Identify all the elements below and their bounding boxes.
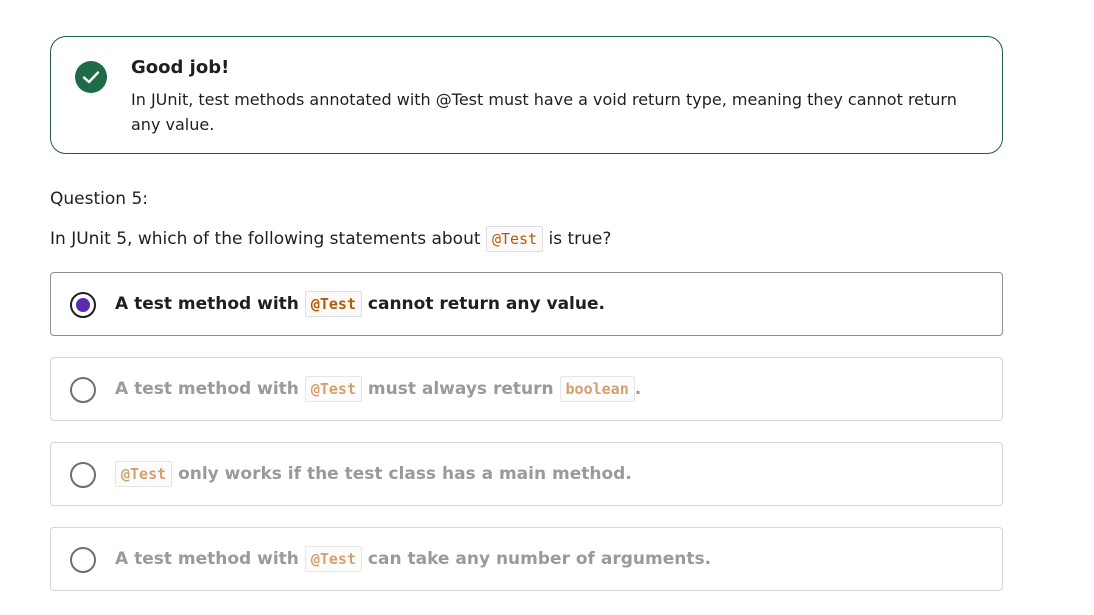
- option-label: A test method with @Test must always ret…: [115, 373, 641, 405]
- radio-button[interactable]: [70, 547, 96, 573]
- option-code: @Test: [115, 461, 173, 487]
- feedback-banner: Good job! In JUnit, test methods annotat…: [50, 36, 1003, 154]
- option-text: must always return: [367, 379, 554, 399]
- option-text: .: [634, 379, 642, 399]
- option-label: @Test only works if the test class has a…: [115, 458, 632, 490]
- option-text: A test method with: [115, 379, 299, 399]
- question-text-before: In JUnit 5, which of the following state…: [50, 229, 481, 249]
- option-text: A test method with: [115, 549, 299, 569]
- radio-button[interactable]: [70, 462, 96, 488]
- radio-button[interactable]: [70, 377, 96, 403]
- answer-option-1[interactable]: A test method with @Test cannot return a…: [50, 272, 1003, 336]
- option-label: A test method with @Test can take any nu…: [115, 543, 711, 575]
- answer-option-4[interactable]: A test method with @Test can take any nu…: [50, 527, 1003, 591]
- question-code: @Test: [485, 226, 544, 252]
- feedback-title: Good job!: [131, 57, 230, 78]
- question-number: Question 5:: [50, 189, 148, 209]
- option-code: @Test: [304, 291, 362, 317]
- option-code: @Test: [304, 376, 362, 402]
- option-code: @Test: [304, 546, 362, 572]
- question-text-after: is true?: [548, 229, 612, 249]
- option-text: can take any number of arguments.: [367, 549, 712, 569]
- check-circle-icon: [75, 61, 107, 93]
- option-label: A test method with @Test cannot return a…: [115, 288, 605, 320]
- radio-button-selected[interactable]: [70, 292, 96, 318]
- feedback-message: In JUnit, test methods annotated with @T…: [131, 90, 957, 134]
- answer-option-2[interactable]: A test method with @Test must always ret…: [50, 357, 1003, 421]
- option-text: A test method with: [115, 294, 299, 314]
- option-text: cannot return any value.: [367, 294, 605, 314]
- radio-dot: [76, 298, 90, 312]
- answer-option-3[interactable]: @Test only works if the test class has a…: [50, 442, 1003, 506]
- option-code: boolean: [559, 376, 635, 402]
- question-text: In JUnit 5, which of the following state…: [50, 224, 611, 254]
- option-text: only works if the test class has a main …: [178, 464, 632, 484]
